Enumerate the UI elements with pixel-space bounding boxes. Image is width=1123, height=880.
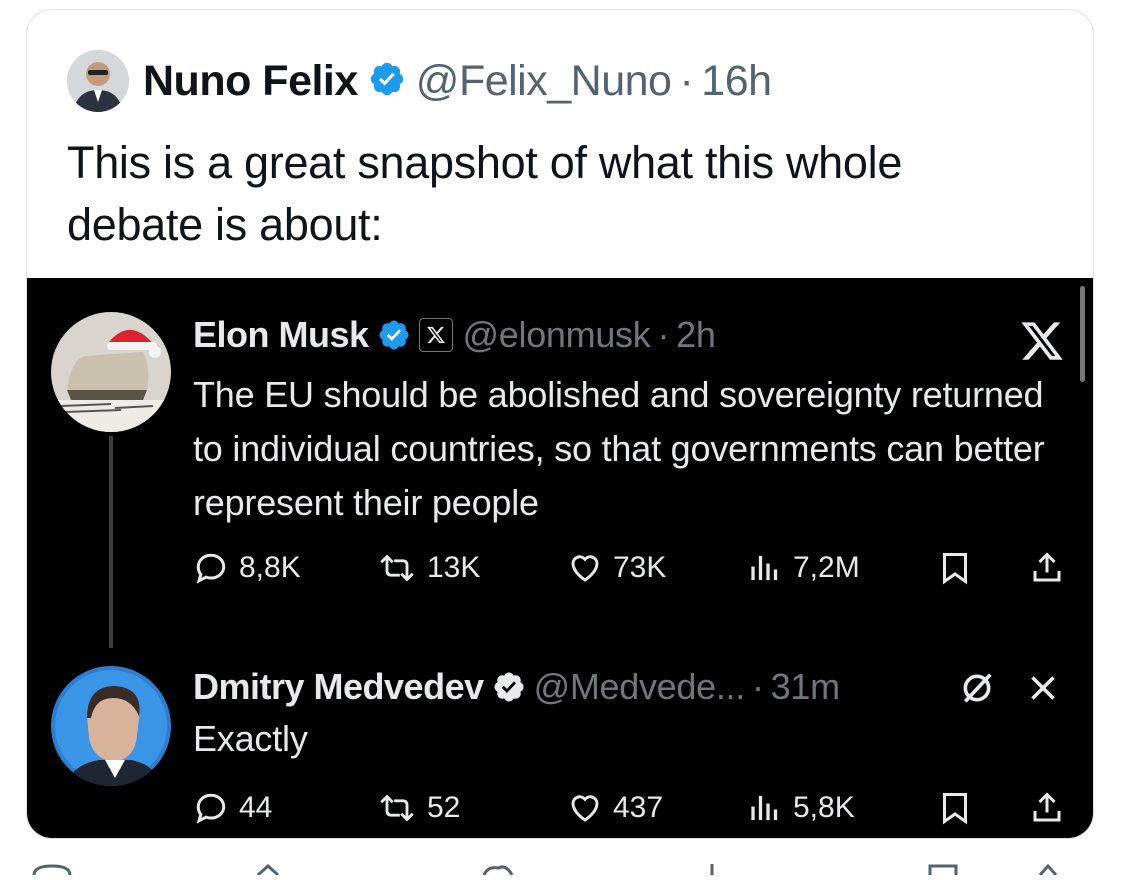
outer-tweet-header: Nuno Felix @Felix_Nuno · 16h — [67, 50, 772, 112]
mute-icon[interactable] — [957, 668, 997, 713]
views-button[interactable]: 5,8K — [747, 790, 855, 826]
reply-icon — [196, 793, 226, 824]
like-icon — [571, 555, 599, 582]
scrollbar[interactable] — [1080, 286, 1085, 382]
verified-badge-icon — [377, 318, 411, 352]
repost-button[interactable]: 13K — [377, 550, 480, 586]
views-count: 5,8K — [793, 791, 855, 824]
avatar[interactable] — [67, 50, 129, 112]
like-count: 437 — [613, 791, 664, 824]
bottom-action-bar-partial — [0, 860, 1123, 877]
outer-tweet-text: This is a great snapshot of what this wh… — [67, 137, 903, 250]
tweet-text: The EU should be abolished and sovereign… — [193, 374, 1045, 523]
meta-separator: · — [751, 666, 764, 707]
reply-icon — [196, 553, 226, 584]
embedded-screenshot: Elon Musk @elonmusk · 2h The EU should b… — [27, 278, 1093, 838]
avatar[interactable] — [51, 666, 171, 786]
tweet-actions: 44 52 437 5,8K — [193, 790, 1073, 830]
repost-icon — [380, 794, 414, 822]
tweet-text: Exactly — [193, 718, 308, 759]
repost-button[interactable]: 52 — [377, 790, 460, 826]
reply-count: 44 — [239, 791, 273, 824]
tweet-header: Dmitry Medvedev @Medvede... · 31m — [193, 662, 840, 712]
like-button[interactable]: 73K — [567, 550, 666, 586]
x-logo-icon — [418, 318, 453, 352]
views-button[interactable]: 7,2M — [747, 550, 860, 586]
verified-badge-icon — [368, 60, 406, 103]
share-icon — [1033, 552, 1061, 582]
verified-badge-icon — [492, 670, 526, 704]
repost-icon — [380, 554, 414, 582]
reply-count: 8,8K — [239, 551, 301, 584]
meta-separator: · — [657, 314, 670, 355]
share-button[interactable] — [1029, 550, 1075, 586]
like-count: 73K — [613, 551, 667, 584]
tweet-time[interactable]: 31m — [771, 666, 840, 708]
meta-separator: · — [679, 56, 694, 105]
author-name[interactable]: Dmitry Medvedev — [193, 666, 484, 708]
author-name[interactable]: Nuno Felix — [143, 57, 358, 106]
author-name[interactable]: Elon Musk — [193, 314, 369, 356]
views-icon — [751, 556, 778, 580]
repost-count: 52 — [427, 791, 461, 824]
share-icon — [1033, 792, 1061, 822]
bookmark-button[interactable] — [937, 790, 983, 826]
tweet-actions: 8,8K 13K 73K 7,2M — [193, 550, 1073, 590]
author-handle[interactable]: @Felix_Nuno — [416, 57, 672, 106]
tweet-time[interactable]: 16h — [701, 57, 772, 106]
x-logo-icon[interactable] — [1019, 318, 1065, 369]
avatar[interactable] — [51, 312, 171, 432]
bookmark-button[interactable] — [937, 550, 983, 586]
author-handle[interactable]: @Medvede... — [534, 666, 746, 708]
bookmark-icon — [943, 553, 967, 585]
thread-line — [109, 436, 113, 648]
repost-count: 13K — [427, 551, 481, 584]
close-icon[interactable] — [1025, 670, 1061, 711]
reply-button[interactable]: 44 — [193, 790, 272, 826]
bookmark-icon — [943, 793, 967, 825]
reply-button[interactable]: 8,8K — [193, 550, 301, 586]
tweet-time[interactable]: 2h — [676, 314, 716, 356]
like-button[interactable]: 437 — [567, 790, 663, 826]
tweet-card: Nuno Felix @Felix_Nuno · 16h This is a g… — [26, 9, 1094, 839]
views-icon — [751, 796, 778, 820]
views-count: 7,2M — [793, 551, 860, 584]
author-handle[interactable]: @elonmusk — [463, 314, 651, 356]
like-icon — [571, 795, 599, 822]
tweet-header: Elon Musk @elonmusk · 2h — [193, 310, 716, 360]
share-button[interactable] — [1029, 790, 1075, 826]
